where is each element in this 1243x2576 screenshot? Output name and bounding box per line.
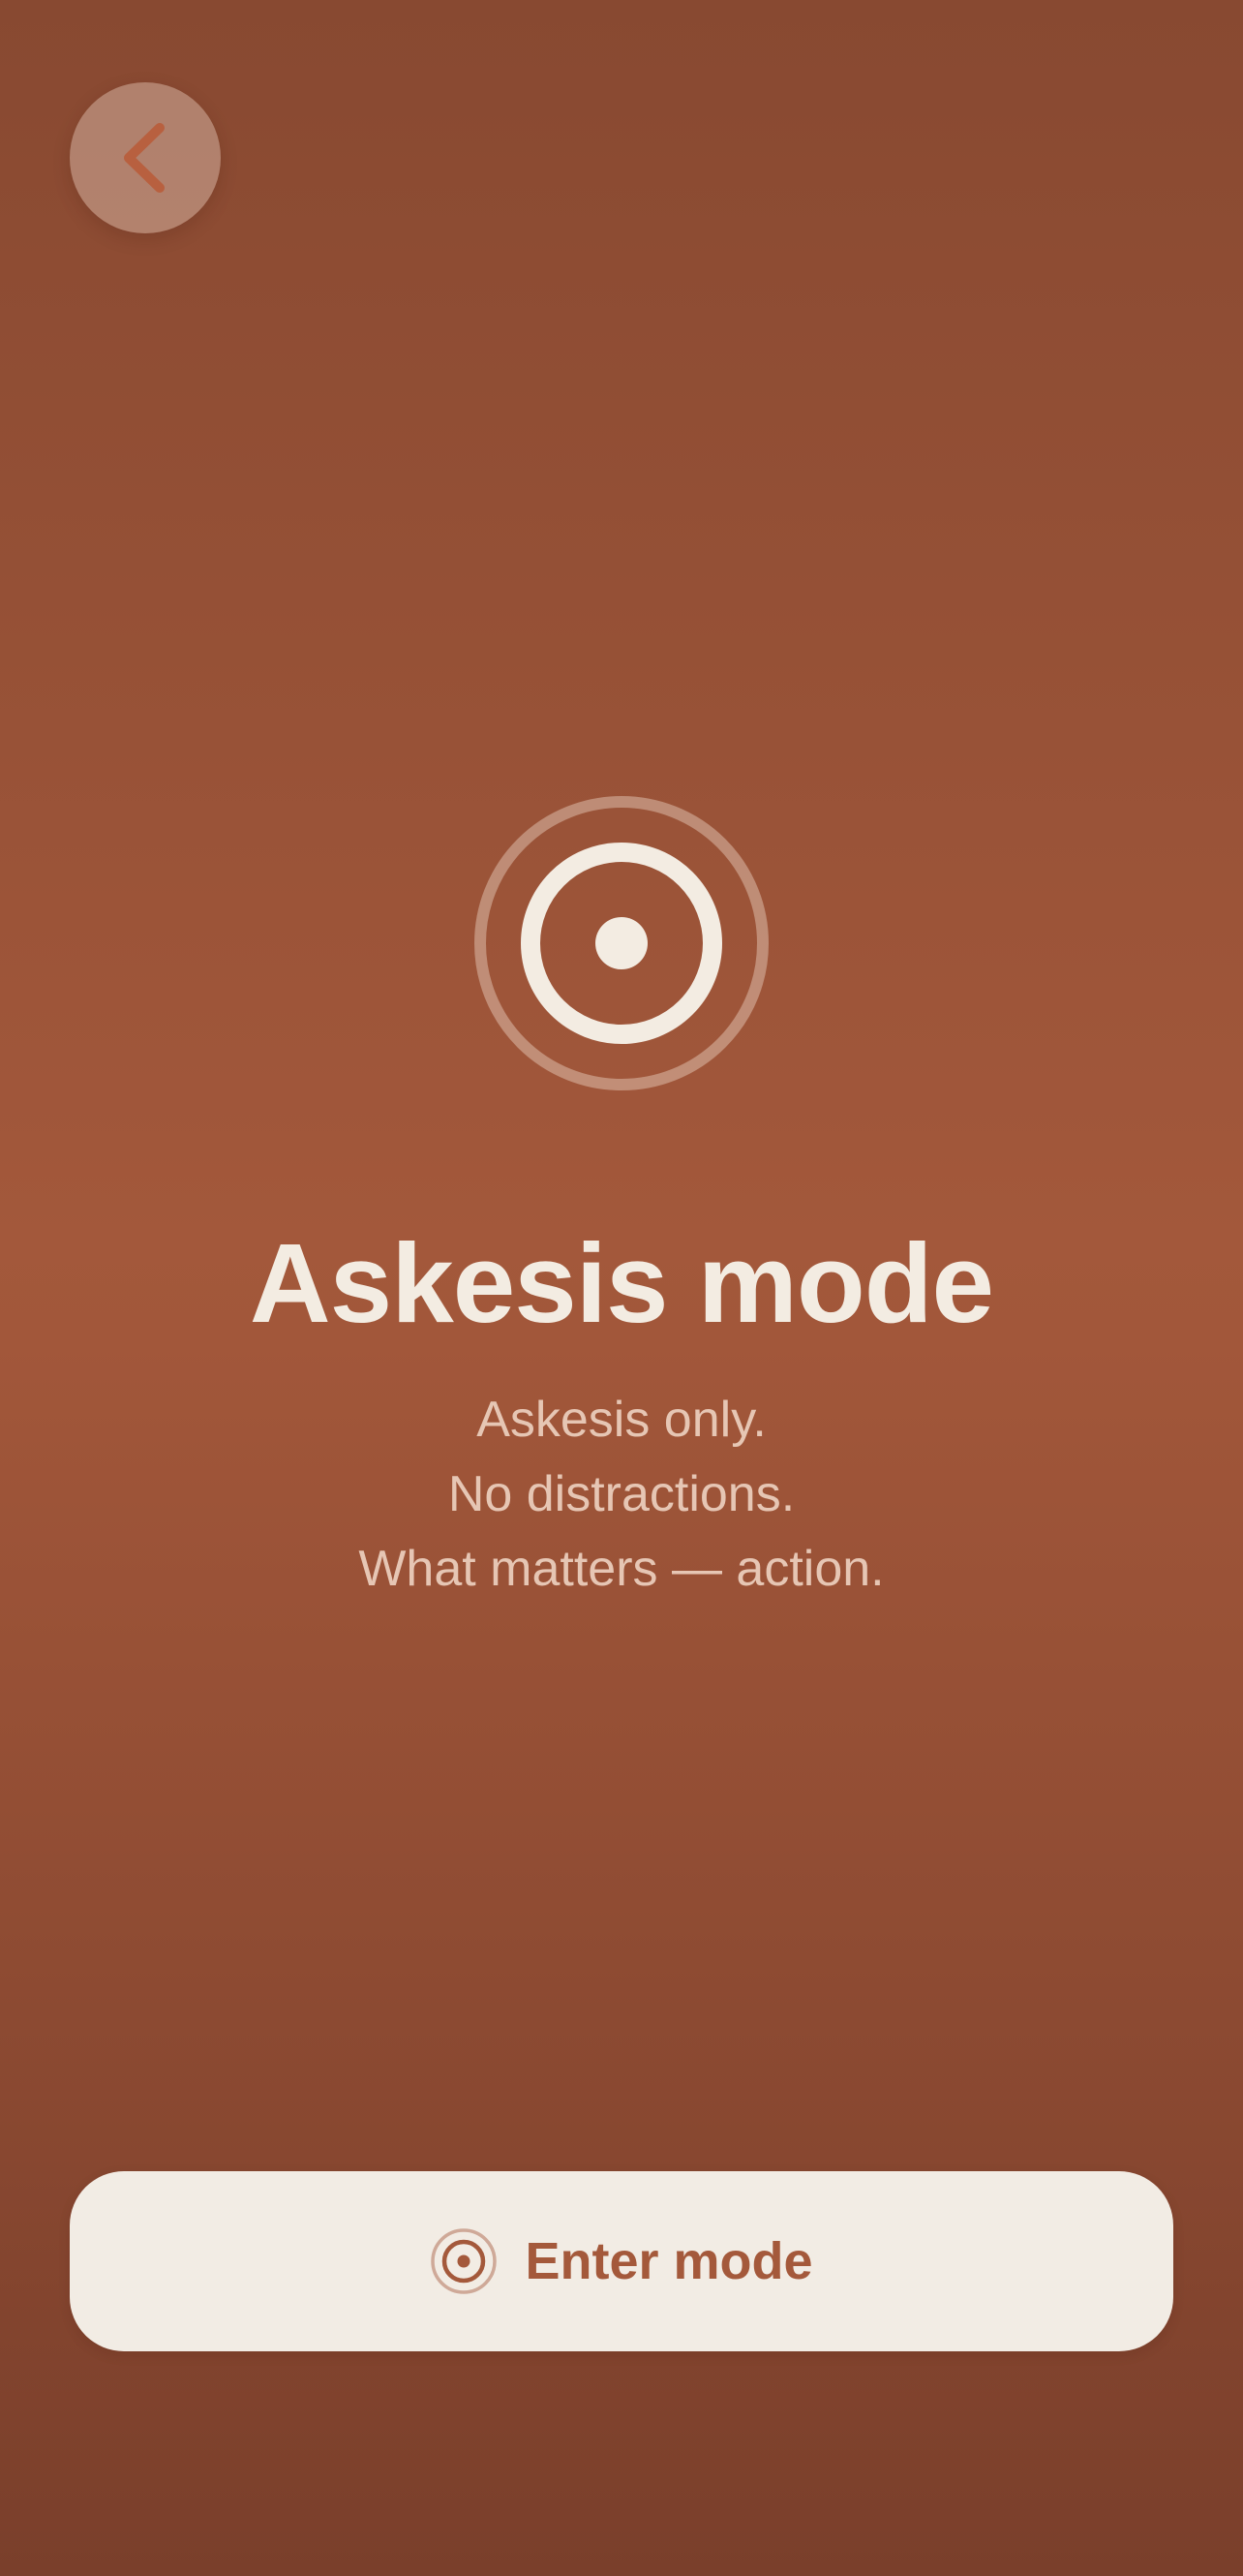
enter-mode-button[interactable]: Enter mode xyxy=(70,2171,1173,2351)
target-icon xyxy=(474,796,769,1090)
page-title: Askesis mode xyxy=(249,1220,994,1346)
chevron-left-icon xyxy=(124,123,165,193)
subtitle-line: No distractions. xyxy=(447,1466,796,1522)
subtitle-line: Askesis only. xyxy=(476,1392,767,1448)
subtitle-line: What matters — action. xyxy=(358,1541,885,1597)
target-icon xyxy=(431,2228,498,2294)
subtitle: Askesis only. No distractions. What matt… xyxy=(0,1383,1243,1607)
enter-mode-label: Enter mode xyxy=(525,2232,813,2290)
back-button[interactable] xyxy=(70,82,221,233)
